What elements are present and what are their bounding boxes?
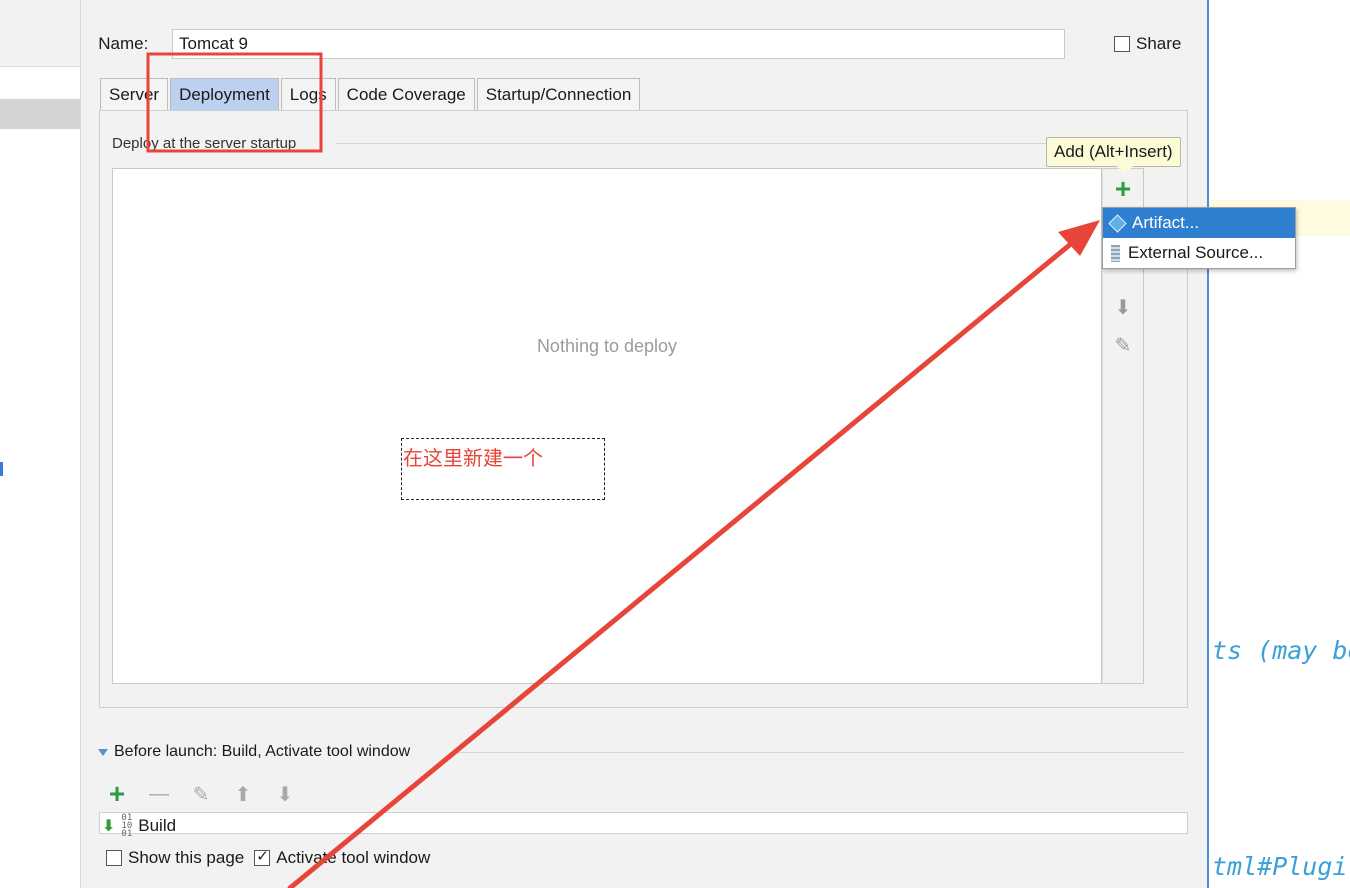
name-label-text: Name: bbox=[98, 34, 149, 53]
list-item[interactable]: ⬇ 01 10 01 Build bbox=[102, 813, 177, 839]
editor-code-line: tml#Plugi bbox=[1212, 852, 1348, 881]
before-launch-separator bbox=[458, 752, 1184, 753]
editor-border bbox=[1207, 0, 1209, 888]
menu-item-label: Artifact... bbox=[1132, 213, 1200, 232]
menu-item-artifact[interactable]: Artifact... bbox=[1103, 208, 1295, 238]
build-icon: ⬇ bbox=[102, 818, 116, 835]
tab-logs[interactable]: Logs bbox=[280, 78, 336, 111]
tab-deployment[interactable]: Deployment bbox=[170, 78, 279, 111]
config-tabs: Server Deployment Logs Code Coverage Sta… bbox=[100, 78, 642, 111]
background-editor bbox=[1209, 0, 1350, 888]
show-page-checkbox[interactable] bbox=[106, 850, 122, 866]
tab-startup-connection[interactable]: Startup/Connection bbox=[476, 78, 641, 111]
menu-item-external-source[interactable]: External Source... bbox=[1103, 238, 1295, 268]
arrow-up-icon[interactable]: ⬆ bbox=[232, 782, 254, 807]
show-page-label: Show this page bbox=[128, 848, 245, 867]
share-checkbox[interactable]: Share bbox=[1114, 34, 1181, 54]
deployment-list[interactable] bbox=[112, 168, 1102, 684]
arrow-down-icon[interactable]: ⬇ bbox=[274, 782, 296, 807]
before-launch-header[interactable]: Before launch: Build, Activate tool wind… bbox=[98, 743, 410, 761]
add-popup-menu: Artifact... External Source... bbox=[1102, 207, 1296, 269]
pencil-icon[interactable]: ✎ bbox=[190, 782, 212, 807]
add-tooltip: Add (Alt+Insert) bbox=[1046, 137, 1181, 175]
bottom-options: Show this page Activate tool window bbox=[106, 847, 431, 868]
pencil-icon[interactable]: ✎ bbox=[1113, 333, 1133, 358]
share-label: Share bbox=[1136, 34, 1182, 53]
empty-list-text: Nothing to deploy bbox=[536, 336, 678, 356]
name-field-value: Tomcat 9 bbox=[179, 34, 248, 53]
deploy-group-title: Deploy at the server startup bbox=[112, 135, 303, 152]
before-launch-title: Before launch: Build, Activate tool wind… bbox=[114, 743, 411, 760]
config-tree-toolbar bbox=[0, 0, 80, 67]
before-launch-list[interactable] bbox=[99, 812, 1188, 834]
collapse-triangle-icon[interactable] bbox=[98, 748, 108, 756]
activate-tool-window-label: Activate tool window bbox=[276, 848, 431, 867]
config-tree-panel bbox=[0, 0, 81, 888]
annotation-text: 在这里新建一个 bbox=[403, 446, 543, 470]
config-tree-selected-row[interactable] bbox=[0, 99, 80, 129]
external-source-icon bbox=[1111, 244, 1120, 262]
build-label: Build bbox=[138, 816, 177, 835]
tab-code-coverage[interactable]: Code Coverage bbox=[337, 78, 475, 111]
activate-tool-window-checkbox[interactable] bbox=[254, 847, 271, 866]
plus-icon[interactable]: + bbox=[106, 778, 128, 810]
binary-icon: 01 10 01 bbox=[121, 813, 133, 839]
config-tree-marker bbox=[0, 462, 3, 476]
editor-code-line: ts (may be bbox=[1212, 636, 1350, 665]
artifact-icon bbox=[1108, 213, 1127, 233]
arrow-down-icon[interactable]: ⬇ bbox=[1113, 295, 1133, 320]
share-checkbox-box[interactable] bbox=[1114, 36, 1130, 52]
name-label: NName: bbox=[98, 34, 149, 54]
minus-icon[interactable]: — bbox=[148, 783, 170, 806]
plus-icon[interactable]: + bbox=[1113, 173, 1133, 205]
tab-server[interactable]: Server bbox=[100, 78, 169, 111]
menu-item-label: External Source... bbox=[1128, 243, 1264, 262]
name-field[interactable]: Tomcat 9 bbox=[172, 29, 1065, 59]
before-launch-toolbar: + — ✎ ⬆ ⬇ bbox=[106, 778, 296, 810]
